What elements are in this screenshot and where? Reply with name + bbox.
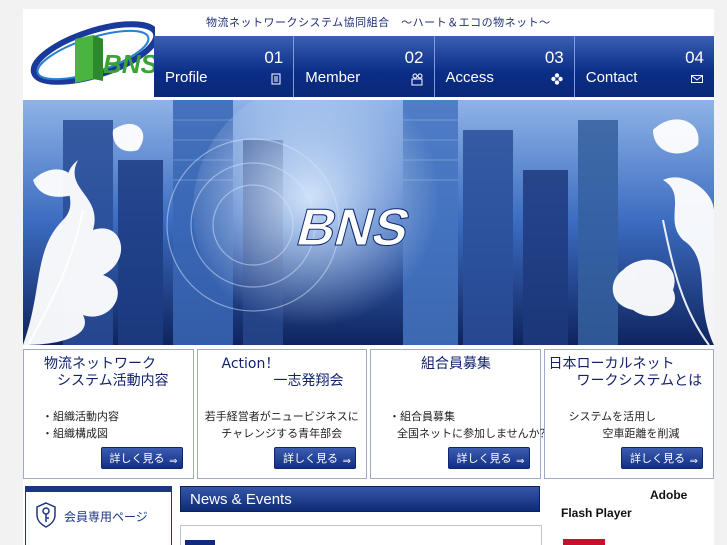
nav-number: 02 bbox=[404, 48, 424, 67]
nav-profile[interactable]: 01 Profile bbox=[154, 36, 294, 97]
box-text: 若手経営者がニュービジネスに bbox=[204, 410, 359, 423]
box-title-line2: 一志発翔会 bbox=[273, 373, 344, 389]
box-recruit: 組合員募集 ・組合員募集 全国ネットに参加しませんか？ 詳しく見る ⇒ bbox=[370, 349, 551, 479]
box-body: 若手経営者がニュービジネスに チャレンジする青年部会 bbox=[198, 408, 367, 442]
nav-member[interactable]: 02 Member bbox=[293, 36, 434, 97]
box-text: 全国ネットに参加しませんか？ bbox=[397, 427, 551, 440]
nav-access[interactable]: 03 Access bbox=[433, 36, 574, 97]
box-link-organization[interactable]: ・組織構成図 bbox=[42, 425, 193, 442]
document-icon bbox=[271, 73, 281, 85]
box-title-line1: 日本ローカルネット bbox=[548, 356, 675, 372]
box-network-activities: 物流ネットワーク システム活動内容 ・組織活動内容 ・組織構成図 詳しく見る ⇒ bbox=[23, 349, 194, 479]
box-title-line1: 物流ネットワーク bbox=[44, 356, 156, 372]
box-action: Action！ 一志発翔会 若手経営者がニュービジネスに チャレンジする青年部会… bbox=[196, 349, 367, 479]
arrow-icon: ⇒ bbox=[342, 456, 351, 467]
nav-label: Access bbox=[445, 69, 494, 86]
hero-banner: BNS bbox=[23, 100, 714, 345]
info-boxes: 物流ネットワーク システム活動内容 ・組織活動内容 ・組織構成図 詳しく見る ⇒ … bbox=[23, 349, 714, 479]
box-body: ・組合員募集 全国ネットに参加しませんか？ bbox=[371, 408, 551, 442]
arrow-icon: ⇒ bbox=[689, 456, 698, 467]
box-local-network: 日本ローカルネット ワークシステムとは システムを活用し 空車距離を削減 詳しく… bbox=[543, 349, 714, 479]
arrow-icon: ⇒ bbox=[169, 456, 178, 467]
more-button-label: 詳しく見る bbox=[109, 452, 165, 465]
more-button[interactable]: 詳しく見る ⇒ bbox=[447, 447, 530, 469]
nav-label: Contact bbox=[585, 69, 638, 86]
more-button[interactable]: 詳しく見る ⇒ bbox=[100, 447, 183, 469]
people-icon bbox=[411, 73, 422, 86]
box-text: システムを活用し bbox=[568, 410, 657, 423]
box-title: 日本ローカルネット ワークシステムとは bbox=[545, 356, 714, 390]
news-item-marker bbox=[185, 540, 215, 545]
nav-number: 03 bbox=[544, 48, 564, 67]
more-button-label: 詳しく見る bbox=[456, 452, 512, 465]
flash-line1: Adobe bbox=[650, 488, 688, 502]
flower-icon bbox=[551, 73, 563, 85]
box-title: 組合員募集 bbox=[371, 356, 540, 373]
box-title: Action！ 一志発翔会 bbox=[198, 356, 367, 390]
nav-number: 01 bbox=[264, 48, 284, 67]
arrow-icon: ⇒ bbox=[516, 456, 525, 467]
bns-logo[interactable]: BNS bbox=[23, 9, 160, 97]
nav-number: 04 bbox=[685, 48, 704, 67]
tagline: 物流ネットワークシステム協同組合 ～ハート＆エコの物ネット～ bbox=[206, 16, 551, 29]
box-link-recruit[interactable]: ・組合員募集 bbox=[389, 408, 540, 425]
box-body: ・組織活動内容 ・組織構成図 bbox=[24, 408, 193, 442]
members-only-button[interactable]: 会員専用ページ bbox=[25, 486, 172, 545]
nav-label: Member bbox=[305, 69, 361, 86]
nav-contact[interactable]: 04 Contact bbox=[573, 36, 714, 97]
box-title-line2: システム活動内容 bbox=[57, 373, 169, 389]
box-text: 空車距離を削減 bbox=[602, 427, 680, 440]
hero-logo-text: BNS bbox=[291, 199, 416, 257]
logo-text: BNS bbox=[103, 49, 155, 79]
box-title-line1: 組合員募集 bbox=[421, 356, 491, 372]
members-only-label: 会員専用ページ bbox=[64, 510, 148, 524]
news-events-header: News & Events bbox=[180, 486, 540, 512]
box-link-activities[interactable]: ・組織活動内容 bbox=[42, 408, 193, 425]
main-nav: 01 Profile 02 Member 03 Access 04 Contac… bbox=[154, 36, 714, 97]
news-list bbox=[180, 525, 542, 545]
box-title-line1: Action！ bbox=[221, 356, 280, 372]
nav-label: Profile bbox=[165, 69, 208, 86]
more-button-label: 詳しく見る bbox=[630, 452, 685, 465]
envelope-icon bbox=[691, 75, 703, 83]
more-button-label: 詳しく見る bbox=[283, 452, 338, 465]
flash-line2: Flash Player bbox=[561, 506, 632, 520]
more-button[interactable]: 詳しく見る ⇒ bbox=[621, 447, 703, 469]
flash-logo bbox=[563, 539, 605, 545]
box-title: 物流ネットワーク システム活動内容 bbox=[24, 356, 193, 390]
box-body: システムを活用し 空車距離を削減 bbox=[545, 408, 714, 442]
more-button[interactable]: 詳しく見る ⇒ bbox=[274, 447, 356, 469]
box-title-line2: ワークシステムとは bbox=[576, 373, 703, 389]
box-text: チャレンジする青年部会 bbox=[221, 427, 343, 440]
key-icon bbox=[36, 502, 56, 528]
page: BNS 物流ネットワークシステム協同組合 ～ハート＆エコの物ネット～ 01 Pr… bbox=[23, 9, 714, 545]
